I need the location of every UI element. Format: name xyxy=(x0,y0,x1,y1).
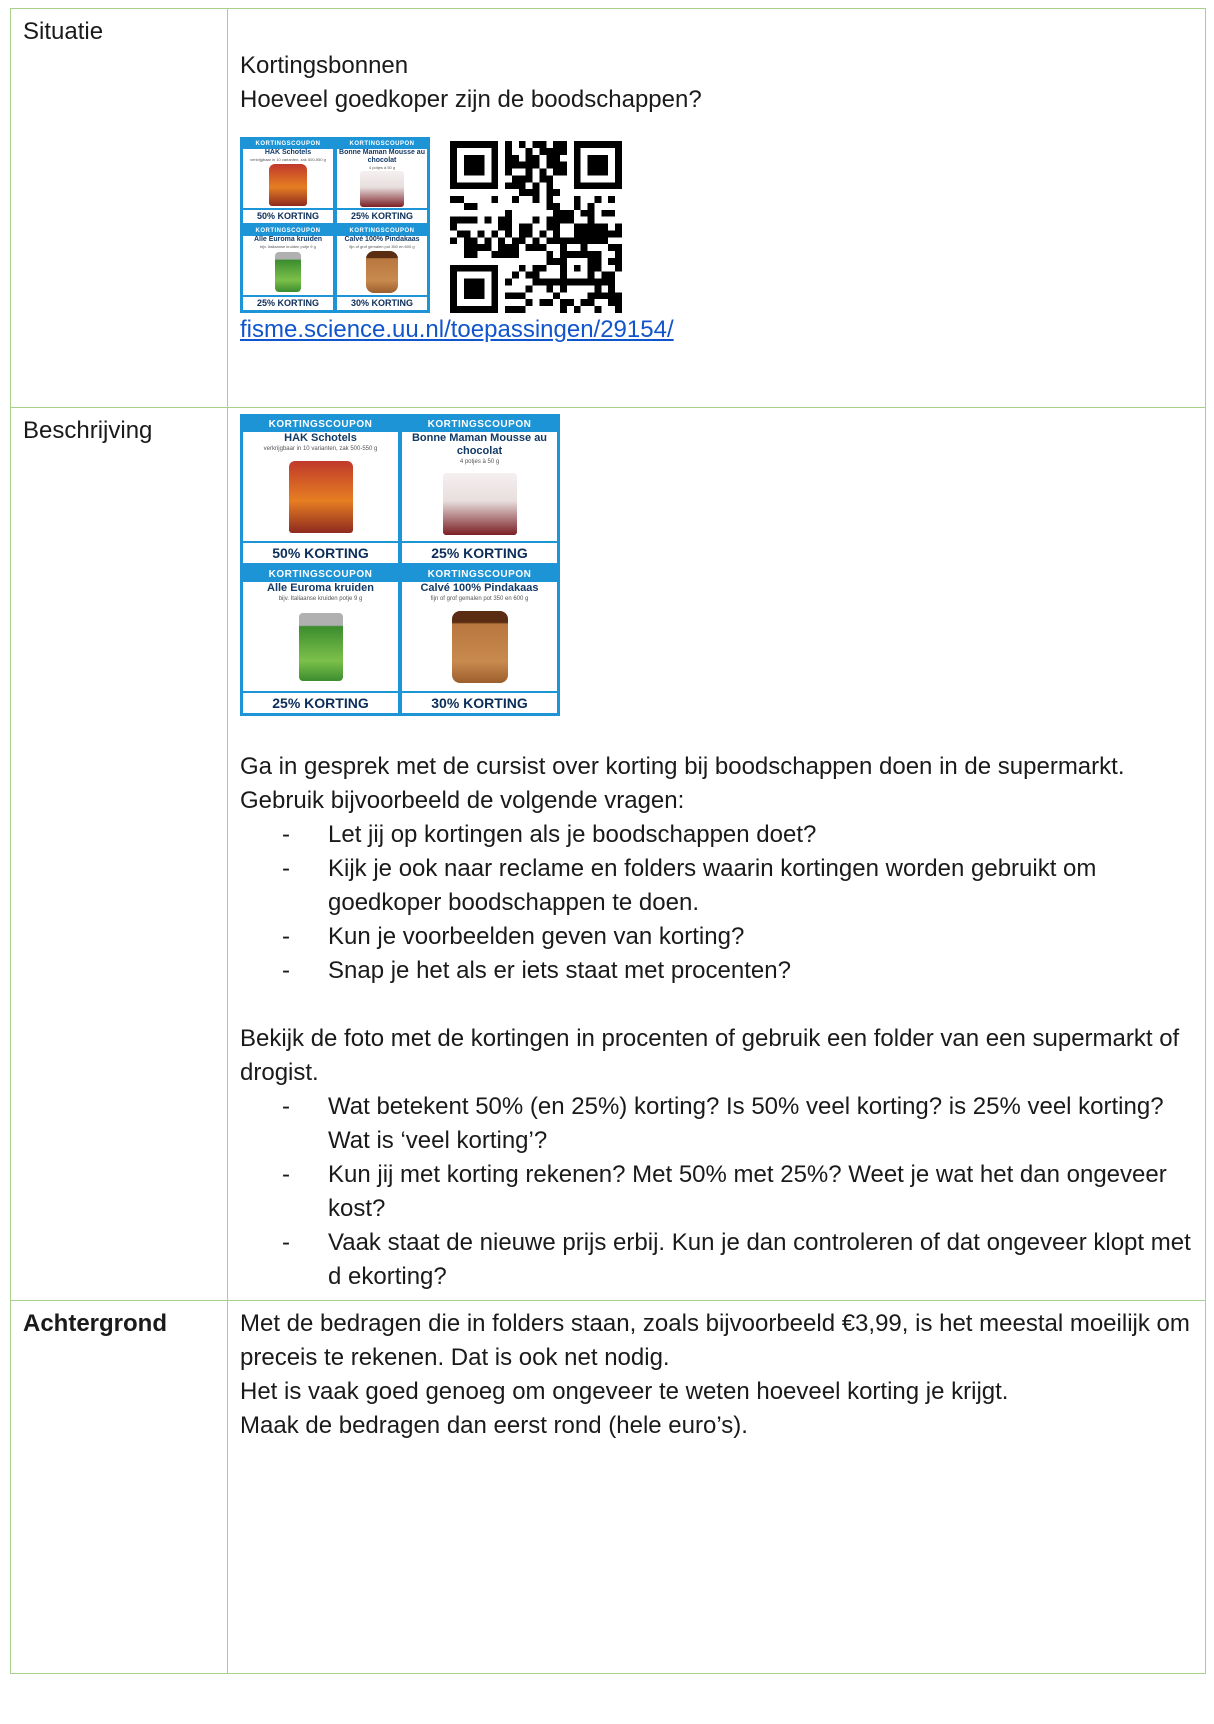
coupon-subtitle: 4 potjes à 50 g xyxy=(459,459,500,465)
content-situatie: Kortingsbonnen Hoeveel goedkoper zijn de… xyxy=(227,8,1206,408)
jar-pb-icon xyxy=(451,611,508,683)
situatie-title: Kortingsbonnen xyxy=(240,52,409,79)
coupon-product xyxy=(337,170,427,208)
coupons-image-small: KORTINGSCOUPON HAK Schotels verkrijgbaar i… xyxy=(240,137,430,313)
coupon-title: HAK Schotels xyxy=(264,149,312,156)
coupon-title: Bonne Maman Mousse au chocolat xyxy=(411,432,548,457)
coupon-discount: 30% KORTING xyxy=(337,295,427,310)
label-situatie: Situatie xyxy=(10,8,228,408)
coupon-product xyxy=(337,249,427,295)
coupon-product xyxy=(243,162,333,208)
question-item: Let jij op kortingen als je boodschappen… xyxy=(282,818,1193,852)
beschrijving-para-2: Bekijk de foto met de kortingen in proce… xyxy=(240,1025,1180,1086)
achtergrond-line-2: Het is vaak goed genoeg om ongeveer te w… xyxy=(240,1378,1009,1405)
cup-icon xyxy=(442,472,517,535)
situatie-link[interactable]: fisme.science.uu.nl/toepassingen/29154/ xyxy=(240,313,1193,347)
coupon-header: KORTINGSCOUPON xyxy=(243,227,333,236)
coupon-subtitle: bijv. Italiaanse kruiden potje 9 g xyxy=(278,596,363,602)
coupon-card: KORTINGSCOUPON HAK Schotels verkrijgbaar i… xyxy=(243,417,398,563)
coupon-card: KORTINGSCOUPON Bonne Maman Mousse au choc… xyxy=(402,417,557,563)
row-beschrijving: Beschrijving KORTINGSCOUPON HAK Schotels v… xyxy=(10,407,1206,1301)
coupon-discount: 25% KORTING xyxy=(243,295,333,310)
question-item: Kun je voorbeelden geven van korting? xyxy=(282,920,1193,954)
coupon-title: Calvé 100% Pindakaas xyxy=(344,236,420,243)
situatie-media: KORTINGSCOUPON HAK Schotels verkrijgbaar i… xyxy=(240,137,1193,313)
coupon-discount: 25% KORTING xyxy=(243,691,398,713)
jar-herb-icon xyxy=(275,252,301,292)
question-item: Wat betekent 50% (en 25%) korting? Is 50… xyxy=(282,1090,1193,1158)
coupon-title: Calvé 100% Pindakaas xyxy=(420,582,539,594)
jar-pb-icon xyxy=(366,251,398,293)
coupon-header: KORTINGSCOUPON xyxy=(402,417,557,432)
coupon-card: KORTINGSCOUPON Bonne Maman Mousse au choc… xyxy=(337,140,427,223)
lesson-table: Situatie Kortingsbonnen Hoeveel goedkope… xyxy=(10,8,1206,1674)
row-achtergrond: Achtergrond Met de bedragen die in folde… xyxy=(10,1300,1206,1674)
label-achtergrond: Achtergrond xyxy=(10,1300,228,1674)
coupon-discount: 50% KORTING xyxy=(243,208,333,223)
coupon-card: KORTINGSCOUPON Alle Euroma kruiden bijv. I… xyxy=(243,227,333,310)
coupon-subtitle: fijn of grof gemalen pot 350 en 600 g xyxy=(430,596,529,602)
coupon-discount: 50% KORTING xyxy=(243,541,398,563)
coupons-image-large: KORTINGSCOUPON HAK Schotels verkrijgbaar i… xyxy=(240,414,560,716)
qr-code-icon xyxy=(450,141,622,313)
question-item: Vaak staat de nieuwe prijs erbij. Kun je… xyxy=(282,1226,1193,1294)
jar-herb-icon xyxy=(298,613,343,681)
coupon-product xyxy=(402,466,557,541)
coupon-card: KORTINGSCOUPON Alle Euroma kruiden bijv. I… xyxy=(243,567,398,713)
coupon-subtitle: verkrijgbaar in 10 varianten, zak 500-55… xyxy=(263,446,378,452)
cup-icon xyxy=(360,171,404,207)
coupon-title: HAK Schotels xyxy=(284,432,357,444)
achtergrond-line-3: Maak de bedragen dan eerst rond (hele eu… xyxy=(240,1412,748,1439)
question-item: Snap je het als er iets staat met procen… xyxy=(282,954,1193,988)
question-item: Kijk je ook naar reclame en folders waar… xyxy=(282,852,1193,920)
content-achtergrond: Met de bedragen die in folders staan, zo… xyxy=(227,1300,1206,1674)
coupon-title: Alle Euroma kruiden xyxy=(253,236,323,243)
coupon-discount: 30% KORTING xyxy=(402,691,557,713)
row-situatie: Situatie Kortingsbonnen Hoeveel goedkope… xyxy=(10,8,1206,408)
coupon-title: Bonne Maman Mousse au chocolat xyxy=(339,149,425,164)
coupon-header: KORTINGSCOUPON xyxy=(337,227,427,236)
question-item: Kun jij met korting rekenen? Met 50% met… xyxy=(282,1158,1193,1226)
beschrijving-intro-2: Gebruik bijvoorbeeld de volgende vragen: xyxy=(240,787,685,814)
achtergrond-line-1: Met de bedragen die in folders staan, zo… xyxy=(240,1310,1190,1371)
beschrijving-intro-1: Ga in gesprek met de cursist over kortin… xyxy=(240,753,1125,780)
coupon-card: KORTINGSCOUPON Calvé 100% Pindakaas fijn o… xyxy=(337,227,427,310)
coupon-card: KORTINGSCOUPON HAK Schotels verkrijgbaar i… xyxy=(243,140,333,223)
situatie-question: Hoeveel goedkoper zijn de boodschappen? xyxy=(240,86,702,113)
coupon-product xyxy=(243,453,398,541)
pouch-icon xyxy=(288,461,353,533)
coupon-product xyxy=(243,603,398,691)
coupon-header: KORTINGSCOUPON xyxy=(402,567,557,582)
coupon-discount: 25% KORTING xyxy=(337,208,427,223)
coupon-header: KORTINGSCOUPON xyxy=(337,140,427,149)
coupon-header: KORTINGSCOUPON xyxy=(243,417,398,432)
question-list-1: Let jij op kortingen als je boodschappen… xyxy=(240,818,1193,988)
coupon-product xyxy=(243,249,333,295)
content-beschrijving: KORTINGSCOUPON HAK Schotels verkrijgbaar i… xyxy=(227,407,1206,1301)
coupon-product xyxy=(402,603,557,691)
coupon-card: KORTINGSCOUPON Calvé 100% Pindakaas fijn o… xyxy=(402,567,557,713)
coupon-title: Alle Euroma kruiden xyxy=(267,582,374,594)
label-beschrijving: Beschrijving xyxy=(10,407,228,1301)
coupon-header: KORTINGSCOUPON xyxy=(243,140,333,149)
coupon-discount: 25% KORTING xyxy=(402,541,557,563)
pouch-icon xyxy=(269,164,307,206)
question-list-2: Wat betekent 50% (en 25%) korting? Is 50… xyxy=(240,1090,1193,1294)
coupon-header: KORTINGSCOUPON xyxy=(243,567,398,582)
